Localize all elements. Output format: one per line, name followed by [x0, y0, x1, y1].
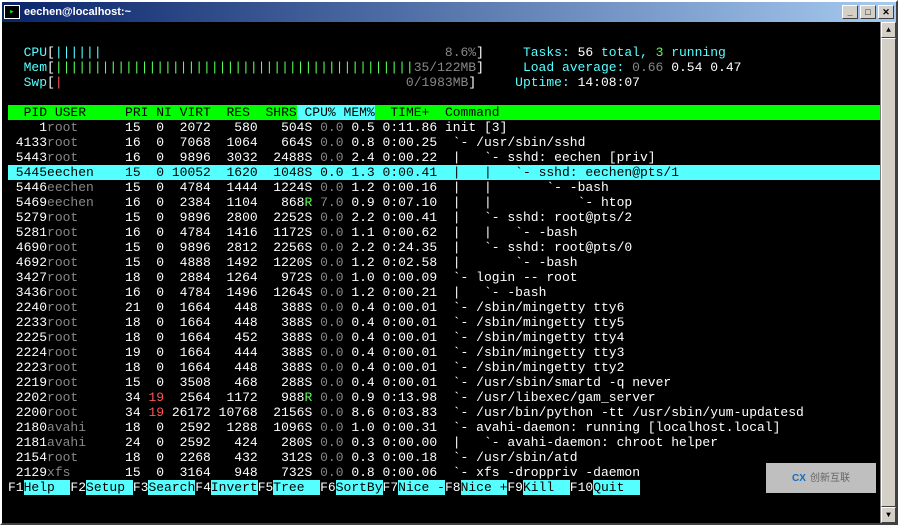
process-row[interactable]: 4690 root 15 0 9896 2812 2256 S 0.0 2.2 …	[8, 240, 880, 255]
process-row[interactable]: 2129 xfs 15 0 3164 948 732 S 0.0 0.8 0:0…	[8, 465, 880, 480]
process-row[interactable]: 2225 root 18 0 1664 452 388 S 0.0 0.4 0:…	[8, 330, 880, 345]
process-row[interactable]: 5469 eechen 16 0 2384 1104 868 R 7.0 0.9…	[8, 195, 880, 210]
fkey-F7[interactable]: F7	[383, 480, 399, 495]
process-row[interactable]: 1 root 15 0 2072 580 504 S 0.0 0.5 0:11.…	[8, 120, 880, 135]
process-row[interactable]: 5281 root 16 0 4784 1416 1172 S 0.0 1.1 …	[8, 225, 880, 240]
process-row[interactable]: 5279 root 15 0 9896 2800 2252 S 0.0 2.2 …	[8, 210, 880, 225]
fkey-F4[interactable]: F4	[195, 480, 211, 495]
process-row[interactable]: 2202 root 34 19 2564 1172 988 R 0.0 0.9 …	[8, 390, 880, 405]
process-row[interactable]: 2219 root 15 0 3508 468 288 S 0.0 0.4 0:…	[8, 375, 880, 390]
fkey-F6[interactable]: F6	[320, 480, 336, 495]
process-row[interactable]: 2200 root 34 19 26172 10768 2156 S 0.0 8…	[8, 405, 880, 420]
process-row[interactable]: 2240 root 21 0 1664 448 388 S 0.0 0.4 0:…	[8, 300, 880, 315]
fkey-F9[interactable]: F9	[507, 480, 523, 495]
process-row[interactable]: 5445 eechen 15 0 10052 1620 1048 S 0.0 1…	[8, 165, 880, 180]
minimize-button[interactable]: _	[842, 5, 858, 19]
process-table-header[interactable]: PID USER PRI NI VIRT RES SHRS CPU% MEM% …	[8, 105, 880, 120]
fkey-F3[interactable]: F3	[133, 480, 149, 495]
scroll-thumb[interactable]	[881, 38, 896, 507]
process-table-body: 1 root 15 0 2072 580 504 S 0.0 0.5 0:11.…	[8, 120, 880, 480]
fkey-F2[interactable]: F2	[70, 480, 86, 495]
process-row[interactable]: 2180 avahi 18 0 2592 1288 1096 S 0.0 1.0…	[8, 420, 880, 435]
watermark-logo: CX创新互联	[766, 463, 876, 493]
process-row[interactable]: 3427 root 18 0 2884 1264 972 S 0.0 1.0 0…	[8, 270, 880, 285]
process-row[interactable]: 5446 eechen 15 0 4784 1444 1224 S 0.0 1.…	[8, 180, 880, 195]
terminal-content[interactable]: CPU[|||||| 8.6%] Tasks: 56 total, 3 runn…	[2, 22, 880, 523]
fkey-F8[interactable]: F8	[445, 480, 461, 495]
close-button[interactable]: ✕	[878, 5, 894, 19]
fkey-F1[interactable]: F1	[8, 480, 24, 495]
process-row[interactable]: 3436 root 16 0 4784 1496 1264 S 0.0 1.2 …	[8, 285, 880, 300]
fkey-F10[interactable]: F10	[570, 480, 593, 495]
process-row[interactable]: 2181 avahi 24 0 2592 424 280 S 0.0 0.3 0…	[8, 435, 880, 450]
putty-window: ▸ eechen@localhost:~ _ □ ✕ CPU[|||||| 8.…	[0, 0, 898, 525]
vertical-scrollbar[interactable]: ▲ ▼	[880, 22, 896, 523]
process-row[interactable]: 2223 root 18 0 1664 448 388 S 0.0 0.4 0:…	[8, 360, 880, 375]
function-key-bar[interactable]: F1Help F2Setup F3SearchF4InvertF5Tree F6…	[8, 480, 880, 495]
fkey-F5[interactable]: F5	[258, 480, 274, 495]
process-row[interactable]: 2233 root 18 0 1664 448 388 S 0.0 0.4 0:…	[8, 315, 880, 330]
maximize-button[interactable]: □	[860, 5, 876, 19]
putty-icon: ▸	[4, 5, 20, 19]
scroll-up-button[interactable]: ▲	[881, 22, 896, 38]
process-row[interactable]: 2224 root 19 0 1664 444 388 S 0.0 0.4 0:…	[8, 345, 880, 360]
process-row[interactable]: 5443 root 16 0 9896 3032 2488 S 0.0 2.4 …	[8, 150, 880, 165]
process-row[interactable]: 4133 root 16 0 7068 1064 664 S 0.0 0.8 0…	[8, 135, 880, 150]
process-row[interactable]: 4692 root 15 0 4888 1492 1220 S 0.0 1.2 …	[8, 255, 880, 270]
scroll-down-button[interactable]: ▼	[881, 507, 896, 523]
window-title: eechen@localhost:~	[24, 5, 842, 20]
window-titlebar[interactable]: ▸ eechen@localhost:~ _ □ ✕	[2, 2, 896, 22]
process-row[interactable]: 2154 root 18 0 2268 432 312 S 0.0 0.3 0:…	[8, 450, 880, 465]
